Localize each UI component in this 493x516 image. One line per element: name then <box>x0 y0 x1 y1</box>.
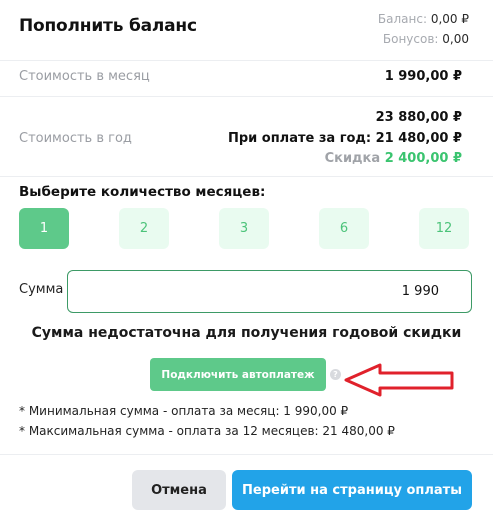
monthly-cost-label: Стоимость в месяц <box>19 69 150 84</box>
modal-header: Пополнить баланс Баланс: 0,00 ₽ Бонусов:… <box>0 0 493 60</box>
balance-value: 0,00 ₽ <box>430 12 469 26</box>
modal-title: Пополнить баланс <box>19 16 197 36</box>
divider <box>0 96 493 97</box>
bonus-line: Бонусов: 0,00 <box>378 29 469 49</box>
yearly-cost-value: 23 880,00 ₽ <box>375 110 462 125</box>
go-to-payment-button[interactable]: Перейти на страницу оплаты <box>232 470 472 510</box>
months-selector-title: Выберите количество месяцев: <box>19 184 266 200</box>
enable-autopay-button[interactable]: Подключить автоплатеж <box>150 358 326 391</box>
month-option-12[interactable]: 12 <box>419 208 469 249</box>
min-sum-note: * Минимальная сумма - оплата за месяц: 1… <box>19 404 349 418</box>
discount-line: Скидка 2 400,00 ₽ <box>325 151 462 166</box>
annotation-arrow-icon <box>344 363 454 397</box>
help-icon[interactable]: ? <box>330 369 341 380</box>
month-option-1[interactable]: 1 <box>19 208 69 249</box>
yearly-prepay-value: При оплате за год: 21 480,00 ₽ <box>227 131 462 146</box>
balance-summary: Баланс: 0,00 ₽ Бонусов: 0,00 <box>378 9 469 49</box>
discount-label: Скидка <box>324 151 381 166</box>
footer-divider <box>0 454 493 455</box>
balance-line: Баланс: 0,00 ₽ <box>378 9 469 29</box>
sum-input[interactable] <box>67 270 472 313</box>
cancel-button[interactable]: Отмена <box>132 470 226 510</box>
month-option-2[interactable]: 2 <box>119 208 169 249</box>
bonus-label: Бонусов: <box>382 32 439 46</box>
divider <box>0 176 493 177</box>
month-option-6[interactable]: 6 <box>319 208 369 249</box>
bonus-value: 0,00 <box>442 32 469 46</box>
max-sum-note: * Максимальная сумма - оплата за 12 меся… <box>19 424 395 438</box>
month-option-3[interactable]: 3 <box>219 208 269 249</box>
discount-value: 2 400,00 ₽ <box>384 151 462 166</box>
monthly-cost-value: 1 990,00 ₽ <box>384 69 462 84</box>
yearly-cost-label: Стоимость в год <box>19 131 132 146</box>
top-up-balance-modal: Пополнить баланс Баланс: 0,00 ₽ Бонусов:… <box>0 0 493 516</box>
sum-label: Сумма <box>19 282 64 297</box>
discount-notice: Сумма недостаточна для получения годовой… <box>31 325 462 341</box>
divider <box>0 60 493 61</box>
balance-label: Баланс: <box>377 12 427 26</box>
